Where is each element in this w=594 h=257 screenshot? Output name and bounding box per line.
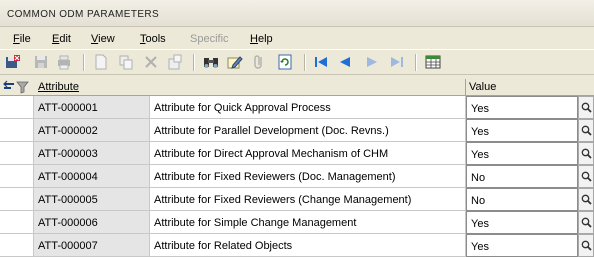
menu-help-label: elp — [257, 33, 273, 45]
lookup-button[interactable] — [578, 119, 594, 142]
attach-icon — [254, 55, 262, 69]
floppy-exit-icon[interactable] — [5, 54, 21, 70]
find-icon[interactable] — [203, 54, 219, 70]
table-row[interactable]: ATT-000006 Attribute for Simple Change M… — [0, 211, 594, 234]
parameters-grid: Attribute Value ATT-000001 Attribute for… — [0, 79, 594, 257]
attribute-description: Attribute for Fixed Reviewers (Doc. Mana… — [150, 165, 466, 188]
print-icon — [58, 55, 70, 70]
attribute-value-field[interactable]: Yes — [466, 119, 578, 142]
attribute-value-field[interactable]: No — [466, 188, 578, 211]
row-selector[interactable] — [0, 119, 34, 142]
toolbar — [0, 49, 594, 75]
next-record-icon — [367, 57, 377, 67]
table-view-icon[interactable] — [425, 54, 441, 70]
column-header-value-label: Value — [469, 81, 497, 93]
row-selector[interactable] — [0, 165, 34, 188]
save-icon — [35, 56, 47, 68]
magnifier-icon — [581, 148, 592, 159]
column-header-value[interactable]: Value — [466, 79, 594, 96]
attribute-value-field[interactable]: No — [466, 165, 578, 188]
previous-record-icon[interactable] — [337, 54, 353, 70]
attribute-description: Attribute for Parallel Development (Doc.… — [150, 119, 466, 142]
menu-tools-label: ools — [145, 33, 166, 45]
magnifier-icon — [581, 194, 592, 205]
toolbar-separator — [83, 54, 85, 71]
lookup-button[interactable] — [578, 142, 594, 165]
lookup-button[interactable] — [578, 96, 594, 119]
toolbar-separator — [193, 54, 195, 71]
window-title: COMMON ODM PARAMETERS — [7, 9, 160, 20]
table-row[interactable]: ATT-000002 Attribute for Parallel Develo… — [0, 119, 594, 142]
attribute-value-field[interactable]: Yes — [466, 211, 578, 234]
attribute-value-field[interactable]: Yes — [466, 142, 578, 165]
attribute-description: Attribute for Simple Change Management — [150, 211, 466, 234]
attribute-description: Attribute for Fixed Reviewers (Change Ma… — [150, 188, 466, 211]
attribute-code: ATT-000004 — [34, 165, 150, 188]
column-header-attribute[interactable]: Attribute — [34, 79, 466, 96]
last-record-icon — [391, 57, 403, 67]
menu-specific-label: Specific — [190, 33, 229, 45]
grid-header-corner — [0, 79, 34, 96]
row-selector[interactable] — [0, 211, 34, 234]
menu-bar: File Edit View Tools Specific Help — [0, 31, 594, 48]
attribute-code: ATT-000001 — [34, 96, 150, 119]
magnifier-icon — [581, 171, 592, 182]
menu-specific: Specific — [190, 33, 229, 45]
toolbar-separator — [304, 54, 306, 71]
row-selector[interactable] — [0, 142, 34, 165]
table-row[interactable]: ATT-000003 Attribute for Direct Approval… — [0, 142, 594, 165]
window-title-bar: COMMON ODM PARAMETERS — [0, 0, 594, 27]
lookup-button[interactable] — [578, 165, 594, 188]
menu-file[interactable]: File — [13, 33, 31, 45]
attribute-description: Attribute for Quick Approval Process — [150, 96, 466, 119]
lookup-button[interactable] — [578, 211, 594, 234]
attribute-code: ATT-000003 — [34, 142, 150, 165]
row-selector[interactable] — [0, 188, 34, 211]
copy-icon — [119, 55, 133, 70]
magnifier-icon — [581, 125, 592, 136]
table-row[interactable]: ATT-000004 Attribute for Fixed Reviewers… — [0, 165, 594, 188]
delete-icon — [145, 56, 157, 68]
menu-file-mnemonic: F — [13, 33, 20, 45]
menu-edit[interactable]: Edit — [52, 33, 71, 45]
new-doc-icon — [95, 54, 107, 70]
column-header-attribute-label: Attribute — [38, 81, 79, 93]
attribute-code: ATT-000002 — [34, 119, 150, 142]
table-row[interactable]: ATT-000005 Attribute for Fixed Reviewers… — [0, 188, 594, 211]
menu-tools[interactable]: Tools — [140, 33, 166, 45]
attribute-value-field[interactable]: Yes — [466, 96, 578, 119]
magnifier-icon — [581, 217, 592, 228]
menu-view-label: iew — [98, 33, 115, 45]
table-row[interactable]: ATT-000001 Attribute for Quick Approval … — [0, 96, 594, 119]
attribute-description: Attribute for Direct Approval Mechanism … — [150, 142, 466, 165]
menu-help-mnemonic: H — [250, 33, 258, 45]
attribute-code: ATT-000006 — [34, 211, 150, 234]
row-selector[interactable] — [0, 96, 34, 119]
attribute-code: ATT-000005 — [34, 188, 150, 211]
lookup-button[interactable] — [578, 188, 594, 211]
menu-help[interactable]: Help — [250, 33, 273, 45]
magnifier-icon — [581, 240, 592, 251]
edit-note-icon[interactable] — [227, 54, 243, 70]
paste-icon — [168, 54, 182, 70]
menu-edit-label: dit — [59, 33, 71, 45]
refresh-icon[interactable] — [277, 54, 293, 70]
menu-file-label: ile — [19, 33, 31, 45]
magnifier-icon — [581, 102, 592, 113]
toolbar-separator — [415, 54, 417, 71]
menu-view[interactable]: View — [91, 33, 115, 45]
first-record-icon[interactable] — [313, 54, 329, 70]
sort-filter-icon[interactable] — [3, 80, 29, 94]
